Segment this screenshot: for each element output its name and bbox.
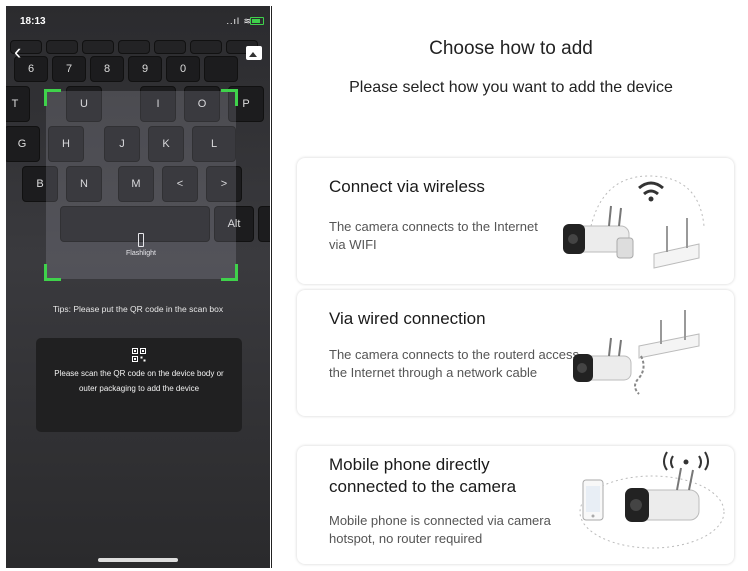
status-time: 18:13 — [20, 16, 46, 27]
scan-corner — [44, 89, 61, 106]
key — [154, 40, 186, 54]
option-description: The camera connects to the routerd acces… — [329, 347, 580, 380]
key: 8 — [90, 56, 124, 82]
album-button[interactable] — [246, 46, 262, 60]
option-title: Connect via wireless — [329, 177, 485, 196]
qr-scanner-screen: 6 7 8 9 0 T U I O P G H J K L B N M < > … — [6, 6, 270, 568]
wired-camera-router-icon — [573, 310, 700, 395]
page-subtitle: Please select how you want to add the de… — [349, 79, 673, 96]
option-description: The camera connects to the Internet via … — [329, 219, 538, 252]
option-title: Mobile phone directly connected to the c… — [329, 455, 517, 496]
key — [118, 40, 150, 54]
key — [82, 40, 114, 54]
page-title: Choose how to add — [429, 38, 593, 59]
back-button[interactable]: ‹ — [14, 41, 26, 63]
phone-camera-hotspot-icon — [579, 451, 725, 549]
scan-help-text: Please scan the QR code on the device bo… — [54, 369, 224, 393]
signal-icon: ..ıl ≋ — [226, 16, 252, 26]
key — [258, 206, 270, 242]
option-phone-direct[interactable]: Mobile phone directly connected to the c… — [297, 446, 734, 564]
battery-icon — [250, 17, 264, 25]
scan-corner — [221, 264, 238, 281]
key: 9 — [128, 56, 162, 82]
key: 7 — [52, 56, 86, 82]
key — [46, 40, 78, 54]
option-wireless[interactable]: Connect via wireless The camera connects… — [297, 158, 734, 284]
scan-corner — [221, 89, 238, 106]
scan-tips: Tips: Please put the QR code in the scan… — [52, 304, 224, 314]
key — [190, 40, 222, 54]
option-description: Mobile phone is connected via camera hot… — [329, 513, 551, 546]
wifi-camera-router-icon — [563, 175, 705, 269]
key: G — [6, 126, 40, 162]
key: 0 — [166, 56, 200, 82]
scan-box: Flashlight — [44, 89, 238, 281]
scan-corner — [44, 264, 61, 281]
panel-divider — [271, 6, 272, 568]
key — [204, 56, 238, 82]
home-indicator — [98, 558, 178, 562]
scan-help-panel: Please scan the QR code on the device bo… — [36, 338, 242, 432]
option-title: Via wired connection — [329, 309, 486, 328]
option-wired[interactable]: Via wired connection The camera connects… — [297, 290, 734, 416]
flashlight-label: Flashlight — [126, 250, 156, 257]
qr-code-icon — [132, 348, 146, 362]
flashlight-button[interactable]: Flashlight — [46, 233, 236, 257]
status-bar: 18:13 ..ıl ≋ — [6, 6, 270, 34]
key: T — [6, 86, 30, 122]
flashlight-icon — [138, 233, 144, 247]
